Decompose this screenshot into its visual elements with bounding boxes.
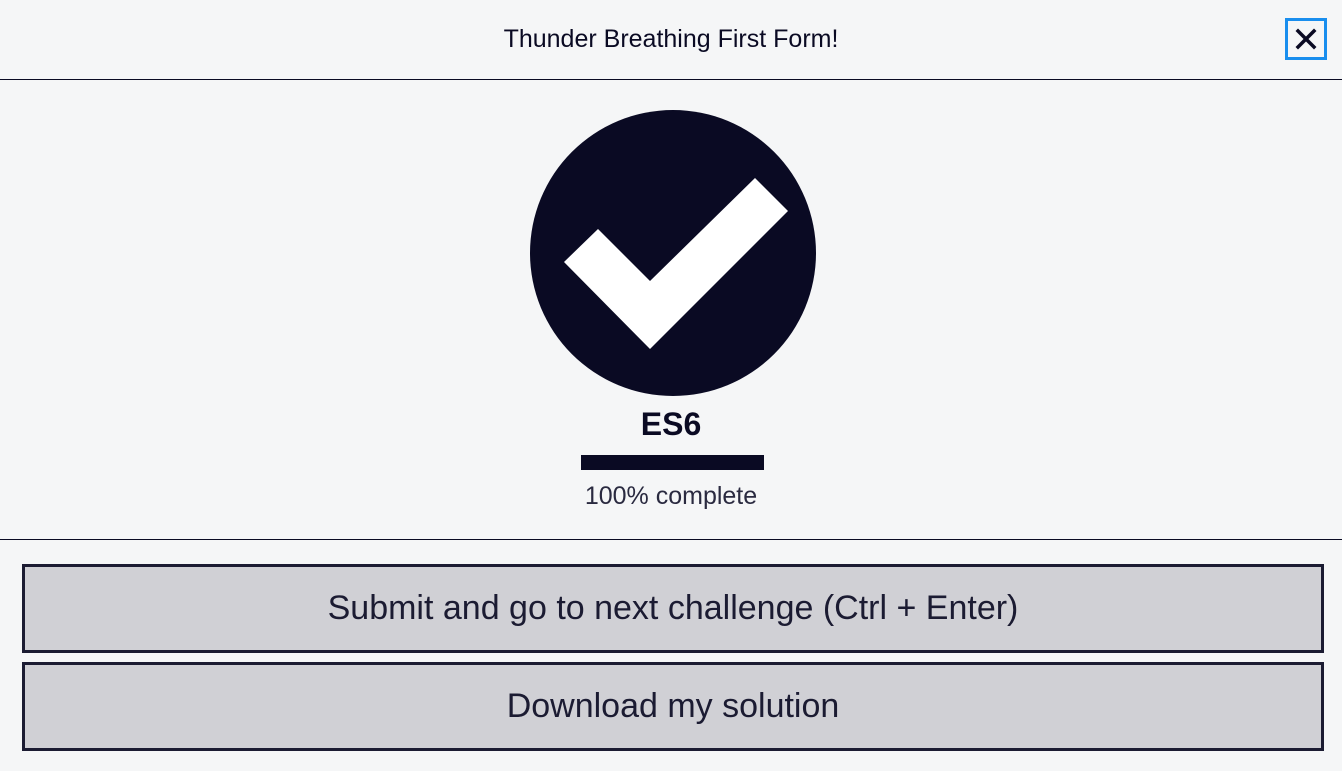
close-button[interactable] [1285,18,1327,60]
completion-panel: ES6 100% complete [0,80,1342,540]
checkmark-circle-icon [530,110,816,396]
certification-title: ES6 [640,406,702,442]
submit-next-challenge-button[interactable]: Submit and go to next challenge (Ctrl + … [22,564,1324,653]
modal-header: Thunder Breathing First Form! [0,0,1342,80]
progress-bar-fill [581,455,764,470]
close-icon [1295,28,1317,50]
modal-title: Thunder Breathing First Form! [503,25,839,53]
progress-label: 100% complete [584,482,758,510]
progress-bar [581,455,764,470]
download-solution-button[interactable]: Download my solution [22,662,1324,751]
